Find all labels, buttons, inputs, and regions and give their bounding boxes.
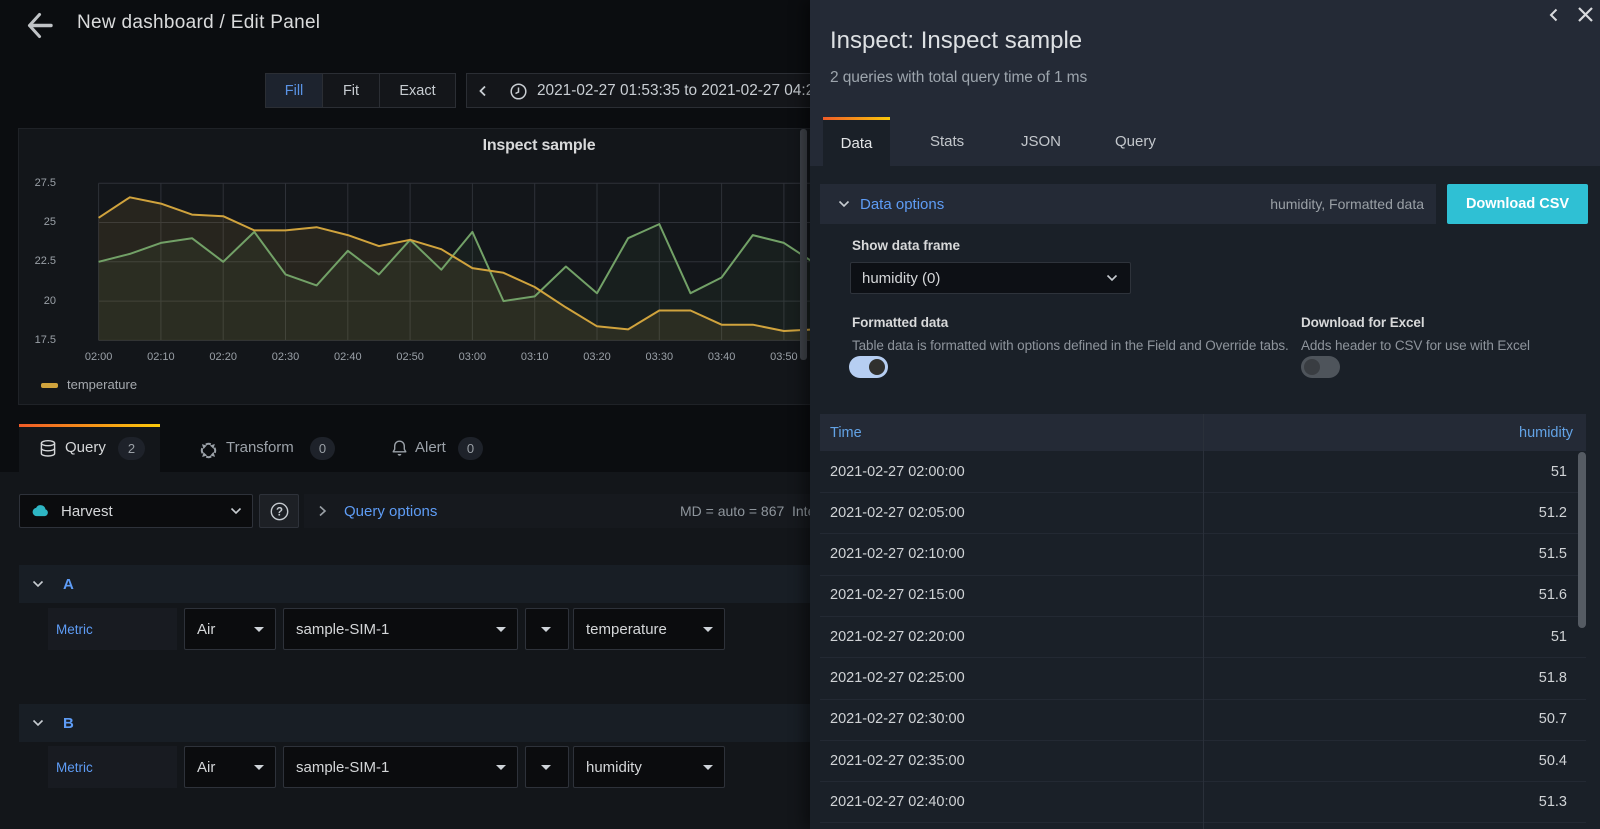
svg-text:?: ? <box>275 506 282 518</box>
